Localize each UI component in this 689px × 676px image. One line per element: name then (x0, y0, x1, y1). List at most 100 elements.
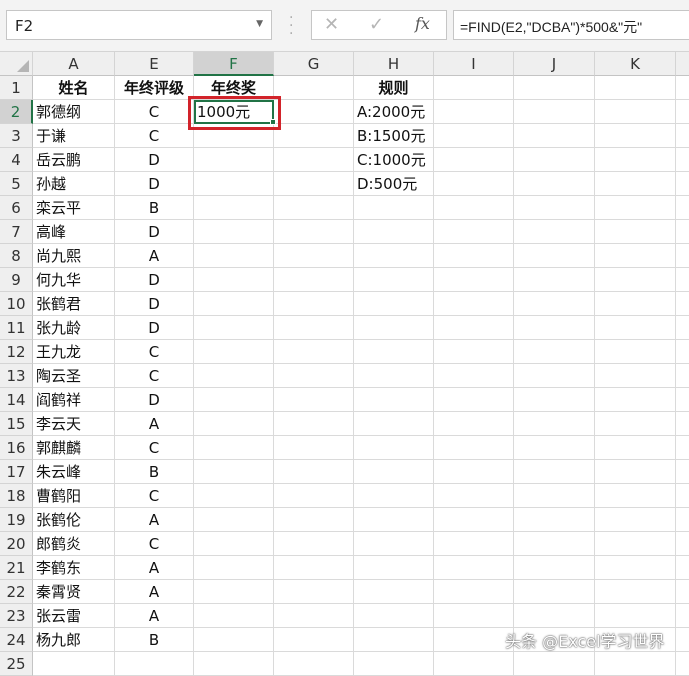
cell-I25[interactable] (434, 652, 514, 676)
cell-G17[interactable] (274, 460, 354, 484)
cell-J15[interactable] (514, 412, 595, 436)
cell-J20[interactable] (514, 532, 595, 556)
cell-J3[interactable] (514, 124, 595, 148)
cell-L21[interactable] (676, 556, 689, 580)
cell-L5[interactable] (676, 172, 689, 196)
cell-H7[interactable] (354, 220, 434, 244)
cell-I8[interactable] (434, 244, 514, 268)
cell-H11[interactable] (354, 316, 434, 340)
cell-F16[interactable] (194, 436, 274, 460)
cell-K5[interactable] (595, 172, 676, 196)
cell-F19[interactable] (194, 508, 274, 532)
cell-F20[interactable] (194, 532, 274, 556)
cell-A20[interactable]: 郎鹤炎 (33, 532, 115, 556)
cell-K19[interactable] (595, 508, 676, 532)
cell-A14[interactable]: 阎鹤祥 (33, 388, 115, 412)
cell-I11[interactable] (434, 316, 514, 340)
cell-H18[interactable] (354, 484, 434, 508)
cell-A15[interactable]: 李云天 (33, 412, 115, 436)
cell-L20[interactable] (676, 532, 689, 556)
cell-G11[interactable] (274, 316, 354, 340)
cell-E16[interactable]: C (115, 436, 194, 460)
cell-H24[interactable] (354, 628, 434, 652)
cell-K13[interactable] (595, 364, 676, 388)
cell-E11[interactable]: D (115, 316, 194, 340)
row-header-4[interactable]: 4 (0, 148, 33, 172)
cell-L16[interactable] (676, 436, 689, 460)
cell-L24[interactable] (676, 628, 689, 652)
cell-H5[interactable]: D:500元 (354, 172, 434, 196)
cell-G3[interactable] (274, 124, 354, 148)
cell-H2[interactable]: A:2000元 (354, 100, 434, 124)
formula-input[interactable]: =FIND(E2,"DCBA")*500&"元" (453, 10, 689, 40)
cell-I21[interactable] (434, 556, 514, 580)
column-header-L[interactable] (676, 52, 689, 76)
cell-A12[interactable]: 王九龙 (33, 340, 115, 364)
cell-A5[interactable]: 孙越 (33, 172, 115, 196)
row-header-13[interactable]: 13 (0, 364, 33, 388)
cell-E20[interactable]: C (115, 532, 194, 556)
insert-function-icon[interactable]: fx (415, 14, 430, 33)
cell-F11[interactable] (194, 316, 274, 340)
cell-I18[interactable] (434, 484, 514, 508)
row-header-8[interactable]: 8 (0, 244, 33, 268)
cell-J22[interactable] (514, 580, 595, 604)
cell-H8[interactable] (354, 244, 434, 268)
cell-F15[interactable] (194, 412, 274, 436)
cell-G7[interactable] (274, 220, 354, 244)
cell-I20[interactable] (434, 532, 514, 556)
cell-J8[interactable] (514, 244, 595, 268)
cell-I4[interactable] (434, 148, 514, 172)
enter-icon[interactable]: ✓ (369, 14, 384, 35)
cell-H22[interactable] (354, 580, 434, 604)
cell-A7[interactable]: 高峰 (33, 220, 115, 244)
cell-H15[interactable] (354, 412, 434, 436)
cell-H19[interactable] (354, 508, 434, 532)
cell-I3[interactable] (434, 124, 514, 148)
cell-F9[interactable] (194, 268, 274, 292)
row-header-18[interactable]: 18 (0, 484, 33, 508)
row-header-14[interactable]: 14 (0, 388, 33, 412)
cancel-icon[interactable]: ✕ (324, 14, 339, 35)
cell-K10[interactable] (595, 292, 676, 316)
cell-L14[interactable] (676, 388, 689, 412)
column-header-F[interactable]: F (194, 52, 274, 76)
cell-G25[interactable] (274, 652, 354, 676)
cell-E8[interactable]: A (115, 244, 194, 268)
cell-K14[interactable] (595, 388, 676, 412)
cell-L4[interactable] (676, 148, 689, 172)
cell-J25[interactable] (514, 652, 595, 676)
column-header-A[interactable]: A (33, 52, 115, 76)
row-header-3[interactable]: 3 (0, 124, 33, 148)
row-header-5[interactable]: 5 (0, 172, 33, 196)
cell-L11[interactable] (676, 316, 689, 340)
row-header-6[interactable]: 6 (0, 196, 33, 220)
name-box[interactable]: F2 ▼ (6, 10, 272, 40)
cell-I22[interactable] (434, 580, 514, 604)
cell-E7[interactable]: D (115, 220, 194, 244)
cell-G5[interactable] (274, 172, 354, 196)
row-header-22[interactable]: 22 (0, 580, 33, 604)
cell-A10[interactable]: 张鹤君 (33, 292, 115, 316)
cell-J19[interactable] (514, 508, 595, 532)
cell-F4[interactable] (194, 148, 274, 172)
cell-I7[interactable] (434, 220, 514, 244)
cell-K15[interactable] (595, 412, 676, 436)
cell-H21[interactable] (354, 556, 434, 580)
cell-J5[interactable] (514, 172, 595, 196)
cell-E25[interactable] (115, 652, 194, 676)
row-header-21[interactable]: 21 (0, 556, 33, 580)
cell-H6[interactable] (354, 196, 434, 220)
cell-J13[interactable] (514, 364, 595, 388)
cell-L17[interactable] (676, 460, 689, 484)
cell-F5[interactable] (194, 172, 274, 196)
cell-G14[interactable] (274, 388, 354, 412)
cell-F13[interactable] (194, 364, 274, 388)
cell-J6[interactable] (514, 196, 595, 220)
cell-I15[interactable] (434, 412, 514, 436)
cell-G16[interactable] (274, 436, 354, 460)
row-header-24[interactable]: 24 (0, 628, 33, 652)
cell-G8[interactable] (274, 244, 354, 268)
cell-I17[interactable] (434, 460, 514, 484)
cell-I2[interactable] (434, 100, 514, 124)
